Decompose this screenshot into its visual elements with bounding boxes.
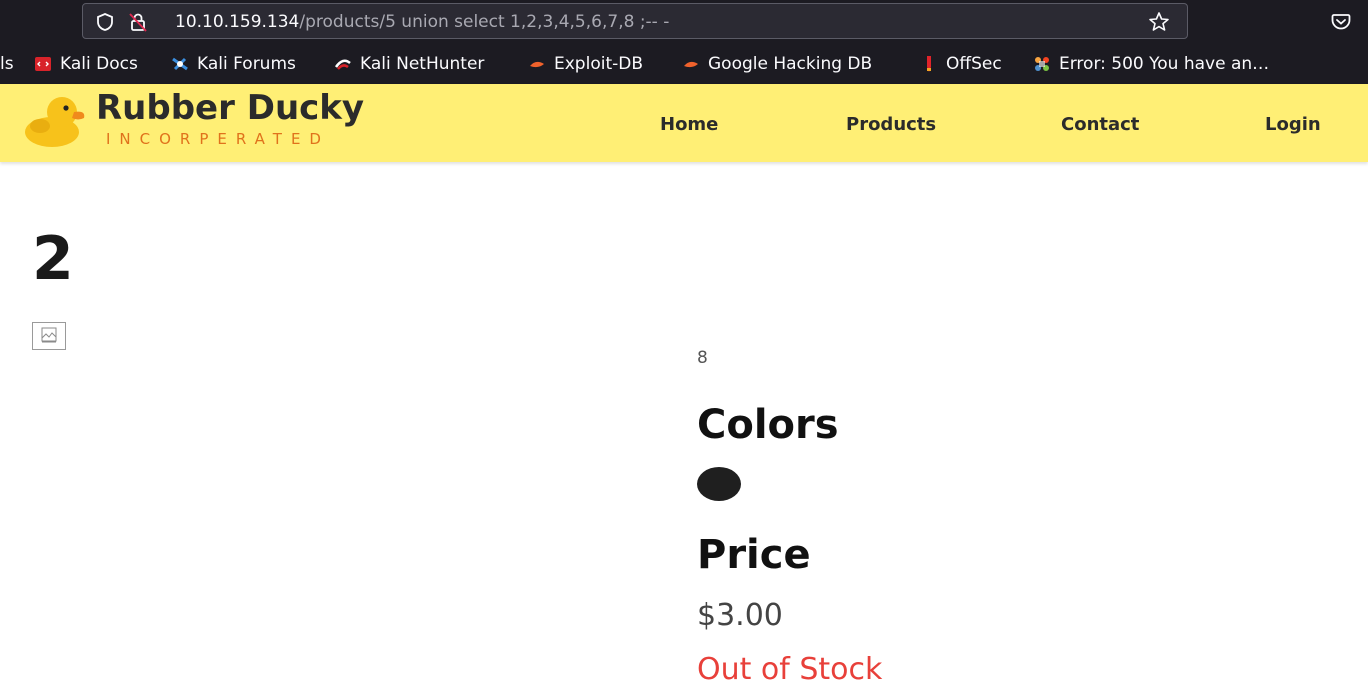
bookmark-kali-nethunter[interactable]: Kali NetHunter	[334, 52, 484, 76]
product-quantity: 8	[697, 348, 708, 368]
rubber-duck-logo-icon[interactable]	[22, 90, 90, 148]
broken-image-icon	[32, 322, 66, 350]
offsec-icon	[927, 56, 931, 72]
bookmark-kali-docs[interactable]: Kali Docs	[34, 52, 138, 76]
colors-heading: Colors	[697, 402, 839, 448]
site-header: Rubber Ducky INCORPERATED Home Products …	[0, 84, 1368, 162]
joomla-icon	[1035, 57, 1049, 71]
product-price: $3.00	[697, 598, 783, 633]
bookmark-label: Exploit-DB	[554, 54, 643, 74]
address-bar[interactable]: 10.10.159.134/products/5 union select 1,…	[82, 3, 1188, 39]
nav-contact[interactable]: Contact	[1061, 114, 1139, 135]
bookmark-star-icon[interactable]	[1147, 10, 1171, 34]
stock-status: Out of Stock	[697, 652, 883, 687]
product-title: 2	[32, 224, 74, 294]
bookmark-label: Google Hacking DB	[708, 54, 873, 74]
bookmark-ghdb[interactable]: Google Hacking DB	[682, 52, 872, 76]
kali-nethunter-icon	[334, 59, 351, 70]
bookmark-label: Error: 500 You have an…	[1059, 54, 1270, 74]
brand-name[interactable]: Rubber Ducky	[96, 88, 364, 128]
url-path: /products/5 union select 1,2,3,4,5,6,7,8…	[299, 12, 670, 32]
bookmark-label: OffSec	[946, 54, 1002, 74]
bookmarks-toolbar: ls Kali Docs Kali Forums Kali NetHunter …	[0, 44, 1368, 84]
browser-toolbar: 10.10.159.134/products/5 union select 1,…	[0, 0, 1368, 44]
bookmark-label: ls	[0, 54, 14, 74]
ghdb-icon	[684, 61, 698, 68]
url-host: 10.10.159.134	[175, 12, 300, 32]
color-swatch[interactable]	[697, 467, 741, 501]
nav-home[interactable]: Home	[660, 114, 718, 135]
shield-icon[interactable]	[95, 12, 115, 32]
nav-login[interactable]: Login	[1265, 114, 1321, 135]
bookmark-label: Kali Forums	[197, 54, 296, 74]
bookmark-offsec[interactable]: OffSec	[920, 52, 1002, 76]
bookmark-kali-tools[interactable]: ls	[0, 52, 14, 76]
bookmark-exploit-db[interactable]: Exploit-DB	[528, 52, 643, 76]
kali-docs-icon	[35, 57, 51, 71]
url-text[interactable]: 10.10.159.134/products/5 union select 1,…	[175, 11, 669, 33]
bookmark-error-500[interactable]: Error: 500 You have an…	[1033, 52, 1269, 76]
insecure-lock-icon[interactable]	[127, 11, 149, 33]
nav-products[interactable]: Products	[846, 114, 936, 135]
exploit-db-icon	[530, 61, 544, 68]
bookmark-kali-forums[interactable]: Kali Forums	[171, 52, 296, 76]
brand-subtitle: INCORPERATED	[106, 130, 330, 148]
pocket-icon[interactable]	[1330, 10, 1352, 32]
price-heading: Price	[697, 532, 811, 578]
bookmark-label: Kali Docs	[60, 54, 138, 74]
kali-forums-icon	[172, 57, 188, 71]
bookmark-label: Kali NetHunter	[360, 54, 485, 74]
